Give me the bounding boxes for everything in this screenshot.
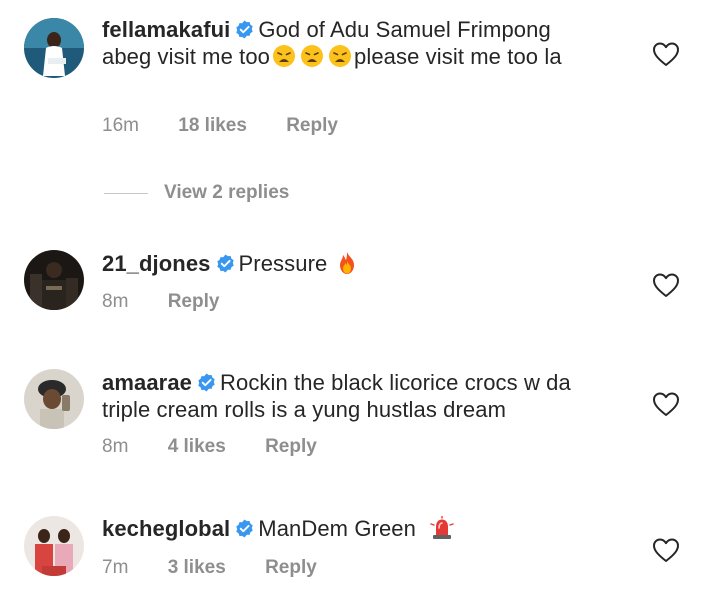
verified-badge-icon (235, 20, 254, 39)
comment-meta: 8m Reply (102, 291, 253, 313)
comment-text: fellamakafui God of Adu Samuel Frimpong a… (102, 16, 602, 70)
comment-meta: 7m 3 likes Reply (102, 557, 351, 579)
comment-text: kecheglobal ManDem Green (102, 515, 602, 542)
like-heart-icon[interactable] (652, 537, 680, 563)
weary-face-emoji (300, 44, 324, 68)
timestamp: 16m (102, 115, 139, 136)
verified-badge-icon (197, 373, 216, 392)
timestamp: 8m (102, 291, 129, 312)
comment-body: fellamakafui God of Adu Samuel Frimpong a… (102, 16, 602, 136)
username[interactable]: kecheglobal (102, 516, 230, 541)
timestamp: 7m (102, 557, 129, 578)
comment-body: amaarae Rockin the black licorice crocs w… (102, 369, 602, 457)
comment-meta: 16m 18 likes Reply (102, 115, 372, 137)
view-replies-label: View 2 replies (164, 182, 290, 203)
view-replies-button[interactable]: View 2 replies (104, 180, 289, 206)
like-heart-icon[interactable] (652, 391, 680, 417)
comment-content-continued: please visit me too la (354, 44, 562, 69)
fire-emoji (335, 251, 359, 275)
username[interactable]: amaarae (102, 370, 192, 395)
verified-badge-icon (235, 519, 254, 538)
police-light-emoji (430, 516, 454, 540)
likes-count[interactable]: 4 likes (168, 436, 226, 457)
reply-button[interactable]: Reply (168, 291, 220, 312)
view-replies-divider (104, 192, 148, 194)
verified-badge-icon (216, 254, 235, 273)
comment-content: Pressure (238, 251, 328, 276)
comment-content: ManDem Green (258, 516, 416, 541)
likes-count[interactable]: 18 likes (178, 115, 247, 136)
weary-face-emoji (328, 44, 352, 68)
like-heart-icon[interactable] (652, 41, 680, 67)
comment-body: kecheglobal ManDem Green 7m 3 likes Reply (102, 515, 602, 578)
username[interactable]: 21_djones (102, 251, 211, 276)
comment-text: 21_djones Pressure (102, 250, 602, 277)
comment-body: 21_djones Pressure 8m Reply (102, 250, 602, 312)
likes-count[interactable]: 3 likes (168, 557, 226, 578)
avatar[interactable] (24, 516, 84, 576)
like-heart-icon[interactable] (652, 272, 680, 298)
avatar[interactable] (24, 369, 84, 429)
reply-button[interactable]: Reply (265, 557, 317, 578)
avatar[interactable] (24, 250, 84, 310)
username[interactable]: fellamakafui (102, 17, 230, 42)
reply-button[interactable]: Reply (286, 115, 338, 136)
comment-text: amaarae Rockin the black licorice crocs w… (102, 369, 602, 423)
timestamp: 8m (102, 436, 129, 457)
reply-button[interactable]: Reply (265, 436, 317, 457)
weary-face-emoji (272, 44, 296, 68)
avatar[interactable] (24, 18, 84, 78)
comment-meta: 8m 4 likes Reply (102, 436, 351, 458)
